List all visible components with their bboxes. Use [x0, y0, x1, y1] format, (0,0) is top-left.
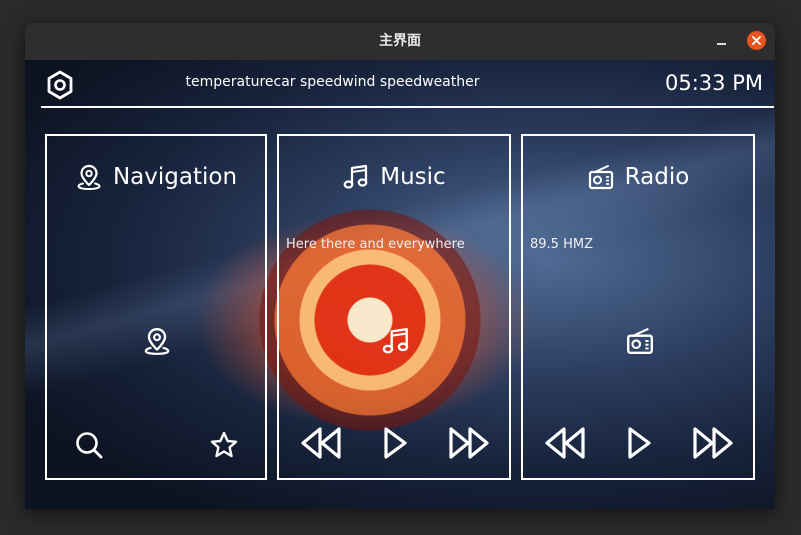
- navigation-title: Navigation: [112, 164, 238, 190]
- divider: [41, 106, 774, 108]
- search-icon: [76, 432, 103, 459]
- track-name: Here there and everywhere: [286, 237, 465, 252]
- status-text: temperaturecar speedwind speedweather: [185, 74, 480, 90]
- top-status-bar: temperaturecar speedwind speedweather 05…: [25, 60, 775, 106]
- app-window: 主界面 temperaturecar speedwind speedweathe…: [25, 23, 775, 509]
- play-icon: [384, 427, 407, 459]
- music-rewind-button[interactable]: [299, 426, 343, 460]
- radio-header: Radio: [523, 160, 753, 194]
- music-note-icon: [381, 326, 411, 358]
- music-fast-forward-button[interactable]: [447, 426, 491, 460]
- location-pin-icon: [142, 326, 172, 358]
- clock: 05:33 PM: [665, 71, 763, 95]
- radio-panel[interactable]: Radio 89.5 HMZ: [521, 134, 755, 480]
- rewind-icon: [545, 427, 585, 459]
- music-note-icon: [343, 164, 368, 189]
- title-bar: 主界面: [25, 23, 775, 61]
- radio-play-button[interactable]: [625, 426, 653, 460]
- radio-title: Radio: [624, 164, 690, 190]
- music-title: Music: [380, 164, 446, 190]
- radio-icon: [588, 165, 613, 190]
- main-screen: temperaturecar speedwind speedweather 05…: [25, 60, 775, 509]
- window-title: 主界面: [379, 33, 421, 49]
- rewind-icon: [301, 427, 341, 459]
- favorite-button[interactable]: [209, 430, 239, 460]
- radio-previous-button[interactable]: [543, 426, 587, 460]
- search-button[interactable]: [74, 430, 104, 460]
- music-play-button[interactable]: [381, 426, 409, 460]
- radio-frequency: 89.5 HMZ: [530, 237, 593, 252]
- star-icon: [210, 431, 238, 458]
- settings-hexagon-icon: [47, 70, 73, 100]
- play-icon: [628, 427, 651, 459]
- close-icon: [752, 36, 761, 45]
- navigation-header: Navigation: [47, 160, 265, 194]
- music-header: Music: [279, 160, 509, 194]
- fast-forward-icon: [449, 427, 489, 459]
- location-pin-icon: [77, 164, 101, 191]
- settings-button[interactable]: [45, 70, 75, 100]
- music-panel[interactable]: Music Here there and everywhere: [277, 134, 511, 480]
- navigation-panel[interactable]: Navigation: [45, 134, 267, 480]
- close-button[interactable]: [747, 31, 766, 50]
- radio-icon: [625, 326, 655, 358]
- radio-next-button[interactable]: [691, 426, 735, 460]
- fast-forward-icon: [693, 427, 733, 459]
- minimize-button[interactable]: [713, 31, 733, 51]
